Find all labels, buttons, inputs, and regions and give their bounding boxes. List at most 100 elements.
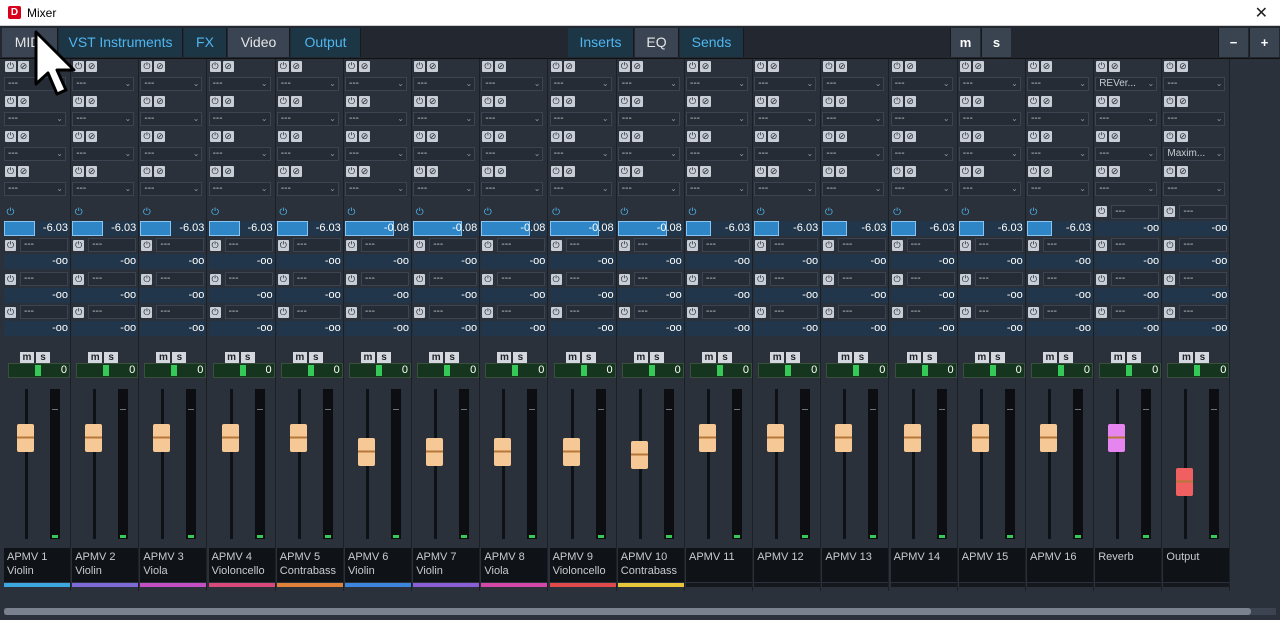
insert-deactivate-icon[interactable]: ⊘ [1109,131,1121,142]
insert-slot-1[interactable]: --- ⌄ [1163,77,1226,91]
channel-name-box[interactable]: APMV 6 Violin [345,548,411,582]
insert-deactivate-icon[interactable]: ⊘ [222,61,234,72]
insert-bypass-icon[interactable]: ⏻ [755,96,767,107]
insert-deactivate-icon[interactable]: ⊘ [700,96,711,107]
fader-track[interactable] [161,389,165,539]
send-level-2[interactable]: -oo [754,254,821,269]
insert-deactivate-icon[interactable]: ⊘ [904,166,916,177]
send-power-icon[interactable]: ⏻ [414,274,426,285]
channel-name-box[interactable]: APMV 12 [754,548,821,582]
insert-bypass-icon[interactable]: ⏻ [891,131,903,142]
send-power-icon[interactable]: ⏻ [73,307,85,318]
fader-track[interactable] [93,389,97,539]
insert-slot-4[interactable]: --- ⌄ [276,182,339,196]
send-power-icon[interactable]: ⏻ [5,274,16,285]
solo-button[interactable]: s [649,352,664,363]
insert-slot-4[interactable]: --- ⌄ [1027,182,1089,196]
fader-track[interactable] [297,389,301,539]
send-power-icon[interactable]: ⏻ [277,206,290,219]
send-level-4[interactable]: -oo [413,321,480,336]
send-power-icon[interactable]: ⏻ [687,307,698,318]
insert-bypass-icon[interactable]: ⏻ [1164,61,1176,72]
mute-button[interactable]: m [565,352,580,363]
mute-button[interactable]: m [838,352,853,363]
send-power-icon[interactable]: ⏻ [618,206,631,219]
send-level-3[interactable]: -oo [72,288,139,303]
send-destination[interactable]: --- [88,238,137,252]
send-level-4[interactable]: -oo [276,321,343,336]
insert-slot-2[interactable]: --- ⌄ [1163,112,1226,126]
mute-button[interactable]: m [1043,352,1057,363]
mute-button[interactable]: m [224,352,239,363]
insert-bypass-icon[interactable]: ⏻ [482,166,494,177]
send-destination[interactable]: --- [565,272,614,286]
insert-slot-2[interactable]: --- ⌄ [208,112,271,126]
insert-deactivate-icon[interactable]: ⊘ [768,131,780,142]
insert-deactivate-icon[interactable]: ⊘ [631,131,643,142]
insert-bypass-icon[interactable]: ⏻ [550,96,562,107]
solo-button[interactable]: s [718,352,732,363]
solo-button[interactable]: s [854,352,869,363]
insert-deactivate-icon[interactable]: ⊘ [290,61,302,72]
insert-slot-3[interactable]: --- ⌄ [481,147,544,161]
insert-slot-4[interactable]: --- ⌄ [686,182,748,196]
send-power-icon[interactable]: ⏻ [686,206,699,219]
insert-slot-2[interactable]: --- ⌄ [822,112,885,126]
send-destination[interactable]: --- [1043,305,1091,319]
insert-slot-3[interactable]: --- ⌄ [822,147,885,161]
send-destination[interactable]: --- [770,305,819,319]
insert-bypass-icon[interactable]: ⏻ [141,61,153,72]
fader-handle[interactable] [221,424,239,452]
insert-deactivate-icon[interactable]: ⊘ [495,131,507,142]
send-level-2[interactable]: -oo [345,254,411,269]
pan-control[interactable]: 0 [144,363,207,378]
send-power-icon[interactable]: ⏻ [754,206,767,219]
insert-deactivate-icon[interactable]: ⊘ [768,166,780,177]
mute-button[interactable]: m [292,352,307,363]
send-destination[interactable]: --- [906,238,955,252]
send-level-1[interactable]: -6.03 [140,221,207,236]
send-level-3[interactable]: -oo [1027,288,1093,303]
pan-control[interactable]: 0 [349,363,411,378]
insert-slot-1[interactable]: --- ⌄ [345,77,407,91]
insert-bypass-icon[interactable]: ⏻ [209,96,221,107]
send-level-3[interactable]: -oo [1163,288,1230,303]
insert-slot-3[interactable]: --- ⌄ [754,147,817,161]
insert-slot-4[interactable]: --- ⌄ [890,182,953,196]
insert-deactivate-icon[interactable]: ⊘ [18,166,29,177]
send-power-icon[interactable]: ⏻ [209,307,221,318]
send-level-2[interactable]: -oo [617,254,684,269]
insert-bypass-icon[interactable]: ⏻ [687,166,698,177]
insert-deactivate-icon[interactable]: ⊘ [563,96,575,107]
send-power-icon[interactable]: ⏻ [687,274,698,285]
fader-handle[interactable] [767,424,785,452]
zoom-in-button[interactable]: + [1249,28,1279,57]
insert-deactivate-icon[interactable]: ⊘ [563,61,575,72]
pan-control[interactable]: 0 [1031,363,1093,378]
send-destination[interactable]: --- [497,272,546,286]
insert-bypass-icon[interactable]: ⏻ [209,166,221,177]
insert-bypass-icon[interactable]: ⏻ [755,61,767,72]
send-level-1[interactable]: -6.03 [686,221,752,236]
pan-control[interactable]: 0 [553,363,616,378]
send-power-icon[interactable]: ⏻ [687,240,698,251]
mute-button[interactable]: m [88,352,103,363]
insert-deactivate-icon[interactable]: ⊘ [495,61,507,72]
solo-button[interactable]: s [786,352,801,363]
channel-name-box[interactable]: APMV 5 Contrabass [276,548,343,582]
insert-bypass-icon[interactable]: ⏻ [823,131,835,142]
insert-bypass-icon[interactable]: ⏻ [482,131,494,142]
mute-button[interactable]: m [20,352,34,363]
send-destination[interactable]: --- [702,272,750,286]
insert-slot-2[interactable]: --- ⌄ [958,112,1021,126]
send-destination[interactable]: --- [88,305,137,319]
send-power-icon[interactable]: ⏻ [141,240,153,251]
insert-slot-1[interactable]: --- ⌄ [958,77,1021,91]
mute-button[interactable]: m [1111,352,1126,363]
send-destination[interactable] [88,205,136,219]
send-level-1[interactable]: -6.03 [890,221,957,236]
send-power-icon[interactable]: ⏻ [550,307,562,318]
send-level-3[interactable]: -oo [822,288,889,303]
insert-slot-2[interactable]: --- ⌄ [276,112,339,126]
send-level-4[interactable]: -oo [754,321,821,336]
